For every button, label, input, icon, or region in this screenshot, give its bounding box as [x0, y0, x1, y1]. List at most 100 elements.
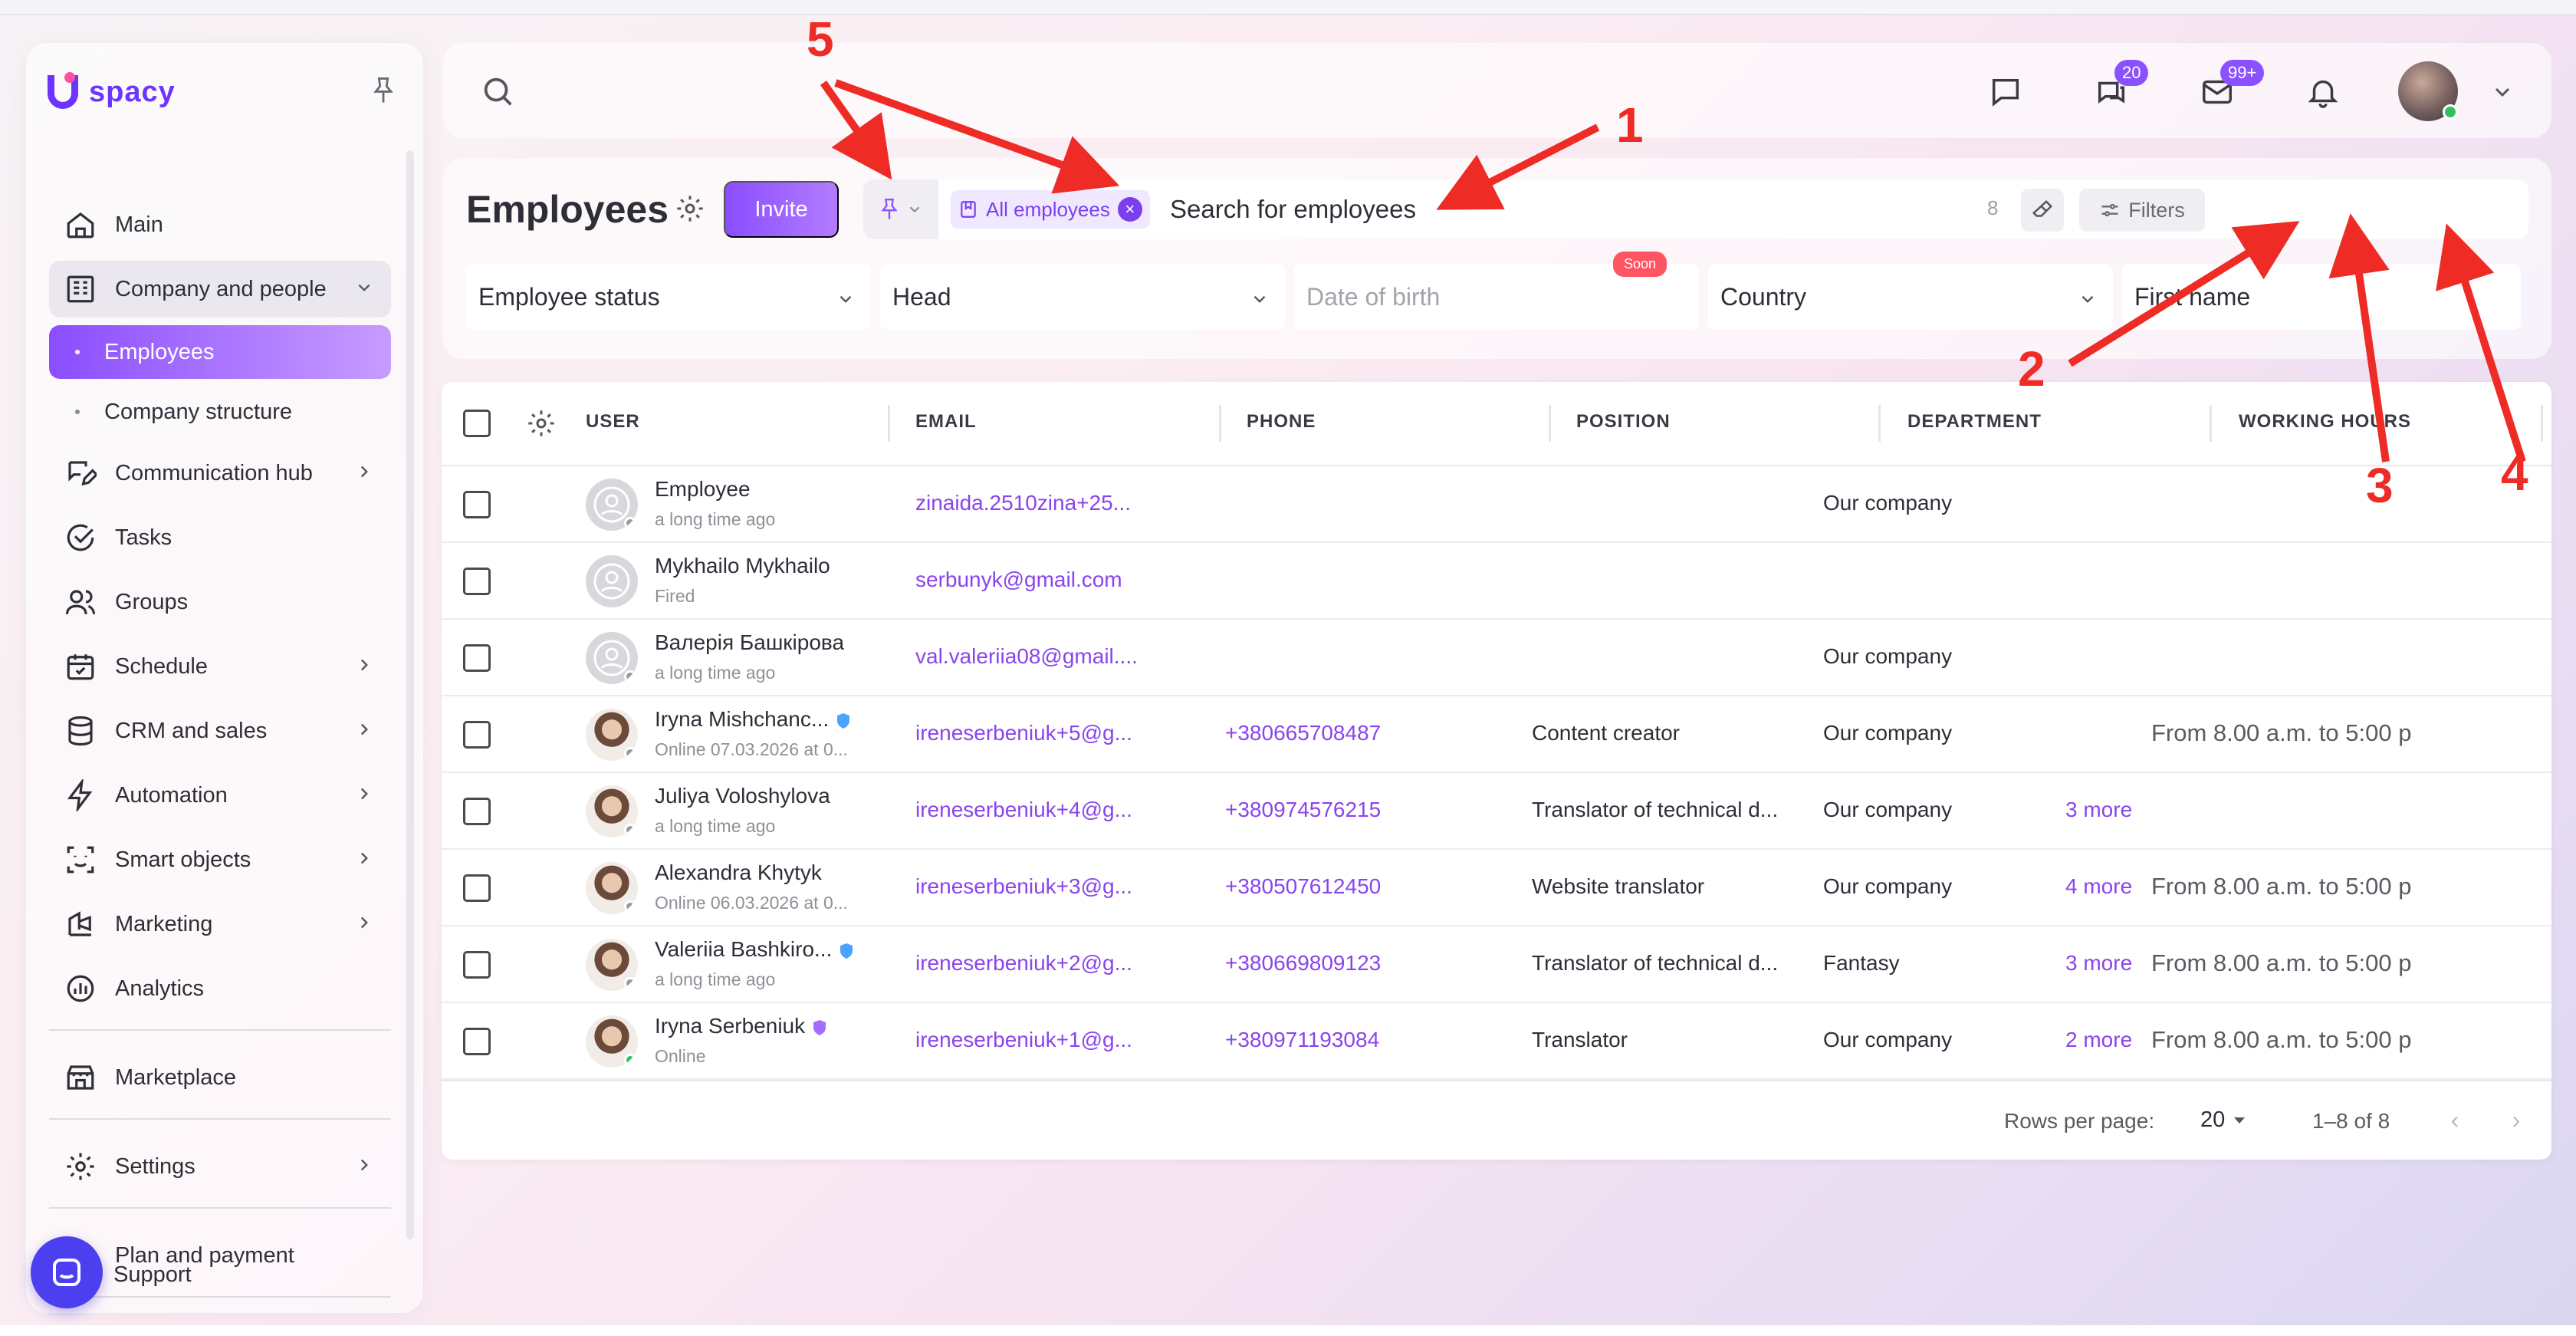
column-header-email[interactable]: EMAIL	[915, 411, 977, 433]
column-resizer[interactable]	[1219, 405, 1221, 442]
email-link[interactable]: serbunyk@gmail.com	[915, 568, 1122, 592]
mail-icon[interactable]: 99+	[2196, 60, 2265, 114]
user-name[interactable]: Juliya Voloshylova	[655, 784, 830, 808]
user-name[interactable]: Iryna Mishchanc...	[655, 707, 852, 732]
invite-button[interactable]: Invite	[724, 181, 839, 238]
sidebar-item-crm-and-sales[interactable]: CRM and sales	[49, 703, 391, 759]
employee-status-select[interactable]: Employee status	[466, 264, 871, 330]
search-input[interactable]	[1170, 190, 2167, 229]
avatar[interactable]	[586, 939, 638, 991]
pinned-filters-dropdown[interactable]	[863, 179, 938, 239]
more-departments-link[interactable]: 3 more	[2065, 951, 2132, 976]
sidebar-item-analytics[interactable]: Analytics	[49, 960, 391, 1017]
messages-icon[interactable]	[1984, 71, 2027, 114]
user-avatar[interactable]	[2398, 61, 2458, 121]
more-departments-link[interactable]: 3 more	[2065, 798, 2132, 822]
email-link[interactable]: zinaida.2510zina+25...	[915, 491, 1131, 515]
first-name-field[interactable]: First name	[2122, 264, 2521, 330]
user-name[interactable]: Mykhailo Mykhailo	[655, 554, 830, 578]
sidebar-item-marketing[interactable]: Marketing	[49, 896, 391, 953]
row-checkbox[interactable]	[463, 951, 491, 979]
table-row[interactable]: Employee a long time ago zinaida.2510zina+…	[442, 466, 2551, 543]
sidebar-item-smart-objects[interactable]: Smart objects	[49, 831, 391, 888]
email-link[interactable]: ireneserbeniuk+1@g...	[915, 1028, 1132, 1052]
column-resizer[interactable]	[888, 405, 890, 442]
column-header-department[interactable]: DEPARTMENT	[1907, 411, 2042, 433]
support-label[interactable]: Support	[113, 1262, 192, 1288]
avatar[interactable]	[586, 479, 638, 531]
more-departments-link[interactable]: 2 more	[2065, 1028, 2132, 1052]
table-row[interactable]: Валерія Башкірова a long time ago val.vale…	[442, 620, 2551, 696]
chevron-down-icon[interactable]	[2481, 71, 2524, 114]
pin-sidebar-icon[interactable]	[366, 74, 400, 107]
filter-chip-all-employees[interactable]: All employees ×	[951, 190, 1150, 229]
next-page-icon[interactable]: ›	[2501, 1104, 2532, 1135]
email-link[interactable]: ireneserbeniuk+2@g...	[915, 951, 1132, 976]
head-select[interactable]: Head	[880, 264, 1285, 330]
table-row[interactable]: Juliya Voloshylova a long time ago irenese…	[442, 773, 2551, 850]
sidebar-item-schedule[interactable]: Schedule	[49, 638, 391, 695]
table-row[interactable]: Mykhailo Mykhailo Fired serbunyk@gmail.com	[442, 543, 2551, 620]
avatar[interactable]	[586, 785, 638, 837]
phone-link[interactable]: +380507612450	[1225, 874, 1381, 899]
select-all-checkbox[interactable]	[463, 410, 491, 437]
search-icon[interactable]	[480, 74, 515, 113]
bell-icon[interactable]	[2302, 71, 2344, 114]
rows-per-page-select[interactable]: 20	[2200, 1107, 2246, 1133]
table-row[interactable]: Iryna Serbeniuk Online ireneserbeniuk+1@g.…	[442, 1003, 2551, 1080]
row-checkbox[interactable]	[463, 491, 491, 518]
previous-page-icon[interactable]: ‹	[2440, 1104, 2470, 1135]
column-header-phone[interactable]: PHONE	[1247, 411, 1316, 433]
email-link[interactable]: val.valeriia08@gmail....	[915, 644, 1138, 669]
avatar[interactable]	[586, 709, 638, 761]
sidebar-item-tasks[interactable]: Tasks	[49, 509, 391, 566]
table-row[interactable]: Valeriia Bashkiro... a long time ago irene…	[442, 926, 2551, 1003]
table-row[interactable]: Iryna Mishchanc... Online 07.03.2026 at 0…	[442, 696, 2551, 773]
user-name[interactable]: Валерія Башкірова	[655, 630, 844, 655]
column-header-working-hours[interactable]: WORKING HOURS	[2239, 411, 2411, 433]
user-name[interactable]: Alexandra Khytyk	[655, 861, 822, 885]
phone-link[interactable]: +380974576215	[1225, 798, 1381, 822]
sidebar-item-company-structure[interactable]: Company structure	[49, 385, 391, 439]
settings-gear-icon[interactable]	[675, 193, 705, 228]
email-link[interactable]: ireneserbeniuk+5@g...	[915, 721, 1132, 745]
row-checkbox[interactable]	[463, 1028, 491, 1055]
user-name[interactable]: Iryna Serbeniuk	[655, 1014, 828, 1038]
avatar[interactable]	[586, 862, 638, 914]
sidebar-scrollbar[interactable]	[406, 150, 414, 1239]
phone-link[interactable]: +380971193084	[1225, 1028, 1379, 1052]
sidebar-item-company-and-people[interactable]: Company and people	[49, 261, 391, 318]
table-row[interactable]: Alexandra Khytyk Online 06.03.2026 at 0..…	[442, 850, 2551, 926]
country-select[interactable]: Country	[1708, 264, 2113, 330]
row-checkbox[interactable]	[463, 721, 491, 749]
email-link[interactable]: ireneserbeniuk+4@g...	[915, 798, 1132, 822]
logo[interactable]: spacy	[48, 69, 176, 115]
columns-settings-icon[interactable]	[526, 408, 557, 443]
row-checkbox[interactable]	[463, 568, 491, 595]
remove-chip-icon[interactable]: ×	[1117, 197, 1142, 222]
user-name[interactable]: Valeriia Bashkiro...	[655, 937, 855, 962]
avatar[interactable]	[586, 555, 638, 607]
column-resizer[interactable]	[1878, 405, 1881, 442]
phone-link[interactable]: +380665708487	[1225, 721, 1381, 745]
sidebar-item-settings[interactable]: Settings	[49, 1138, 391, 1195]
sidebar-item-main[interactable]: Main	[49, 196, 391, 253]
clear-filters-button[interactable]	[2021, 189, 2064, 232]
employee-search-bar[interactable]: All employees × 8 Filters	[863, 179, 2528, 239]
avatar[interactable]	[586, 632, 638, 684]
sidebar-item-automation[interactable]: Automation	[49, 767, 391, 824]
column-resizer[interactable]	[2210, 405, 2212, 442]
column-resizer[interactable]	[1549, 405, 1551, 442]
user-name[interactable]: Employee	[655, 477, 751, 502]
sidebar-item-marketplace[interactable]: Marketplace	[49, 1049, 391, 1106]
row-checkbox[interactable]	[463, 644, 491, 672]
more-departments-link[interactable]: 4 more	[2065, 874, 2132, 899]
phone-link[interactable]: +380669809123	[1225, 951, 1381, 976]
row-checkbox[interactable]	[463, 874, 491, 902]
chat-icon[interactable]: 20	[2090, 60, 2149, 114]
date-of-birth-field[interactable]: Date of birth Soon	[1294, 252, 1699, 330]
filters-button[interactable]: Filters	[2079, 189, 2205, 232]
sidebar-item-communication-hub[interactable]: Communication hub	[49, 445, 391, 502]
sidebar-item-groups[interactable]: Groups	[49, 574, 391, 630]
column-header-user[interactable]: USER	[586, 411, 640, 433]
